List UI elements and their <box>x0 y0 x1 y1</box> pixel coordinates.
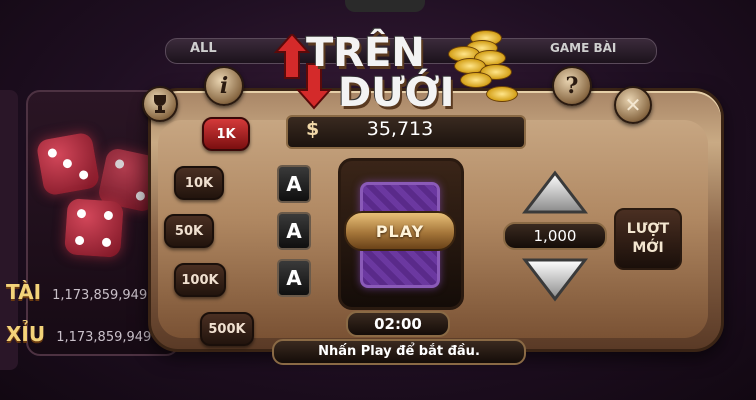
arrow-up-icon <box>522 170 588 214</box>
row-value: 1,173,859,949 <box>52 288 148 303</box>
row-value: 1,173,859,949 <box>56 330 152 345</box>
tab-game-bai[interactable]: GAME BÀI <box>550 41 616 55</box>
chip-label: 10K <box>184 175 214 191</box>
close-icon: ✕ <box>624 93 642 117</box>
leaderboard-button[interactable] <box>142 86 178 122</box>
help-button[interactable]: ? <box>552 66 592 106</box>
trophy-icon <box>154 95 166 113</box>
balance-value: 35,713 <box>366 118 434 140</box>
card-rank: A <box>286 266 302 290</box>
chip-label: 500K <box>208 321 246 337</box>
dice-icon <box>64 198 124 258</box>
play-button[interactable]: PLAY <box>344 211 456 251</box>
dice-icon <box>35 131 101 197</box>
history-card: A <box>277 259 311 297</box>
row-label: TÀI <box>6 280 42 304</box>
help-icon: ? <box>565 73 579 99</box>
lower-button[interactable] <box>522 256 588 302</box>
timer: 02:00 <box>346 311 450 337</box>
chip-10k[interactable]: 10K <box>174 166 224 200</box>
chip-500k[interactable]: 500K <box>200 312 254 346</box>
history-card: A <box>277 165 311 203</box>
row-label: XỈU <box>6 322 46 346</box>
card-rank: A <box>286 172 302 196</box>
logo-text-duoi: DƯỚI <box>338 70 455 116</box>
higher-button[interactable] <box>522 170 588 216</box>
bet-amount: 1,000 <box>503 222 607 250</box>
chip-label: 100K <box>181 272 219 288</box>
chip-label: 1K <box>216 126 236 142</box>
arrow-down-icon <box>522 258 588 302</box>
chip-label: 50K <box>174 223 204 239</box>
info-button[interactable]: i <box>204 66 244 106</box>
tab-all[interactable]: ALL <box>190 41 217 56</box>
history-card: A <box>277 212 311 250</box>
chip-1k[interactable]: 1K <box>202 117 250 151</box>
chip-50k[interactable]: 50K <box>164 214 214 248</box>
top-decoration <box>345 0 425 12</box>
play-label: PLAY <box>375 221 425 241</box>
coins-icon <box>440 24 520 104</box>
close-button[interactable]: ✕ <box>614 86 652 124</box>
new-turn-line2: MỚI <box>632 240 664 256</box>
card-rank: A <box>286 219 302 243</box>
info-icon: i <box>219 73 229 99</box>
new-turn-line1: LƯỢT <box>626 221 670 237</box>
new-turn-button[interactable]: LƯỢT MỚI <box>614 208 682 270</box>
status-message: Nhấn Play để bắt đầu. <box>272 339 526 365</box>
chip-100k[interactable]: 100K <box>174 263 226 297</box>
